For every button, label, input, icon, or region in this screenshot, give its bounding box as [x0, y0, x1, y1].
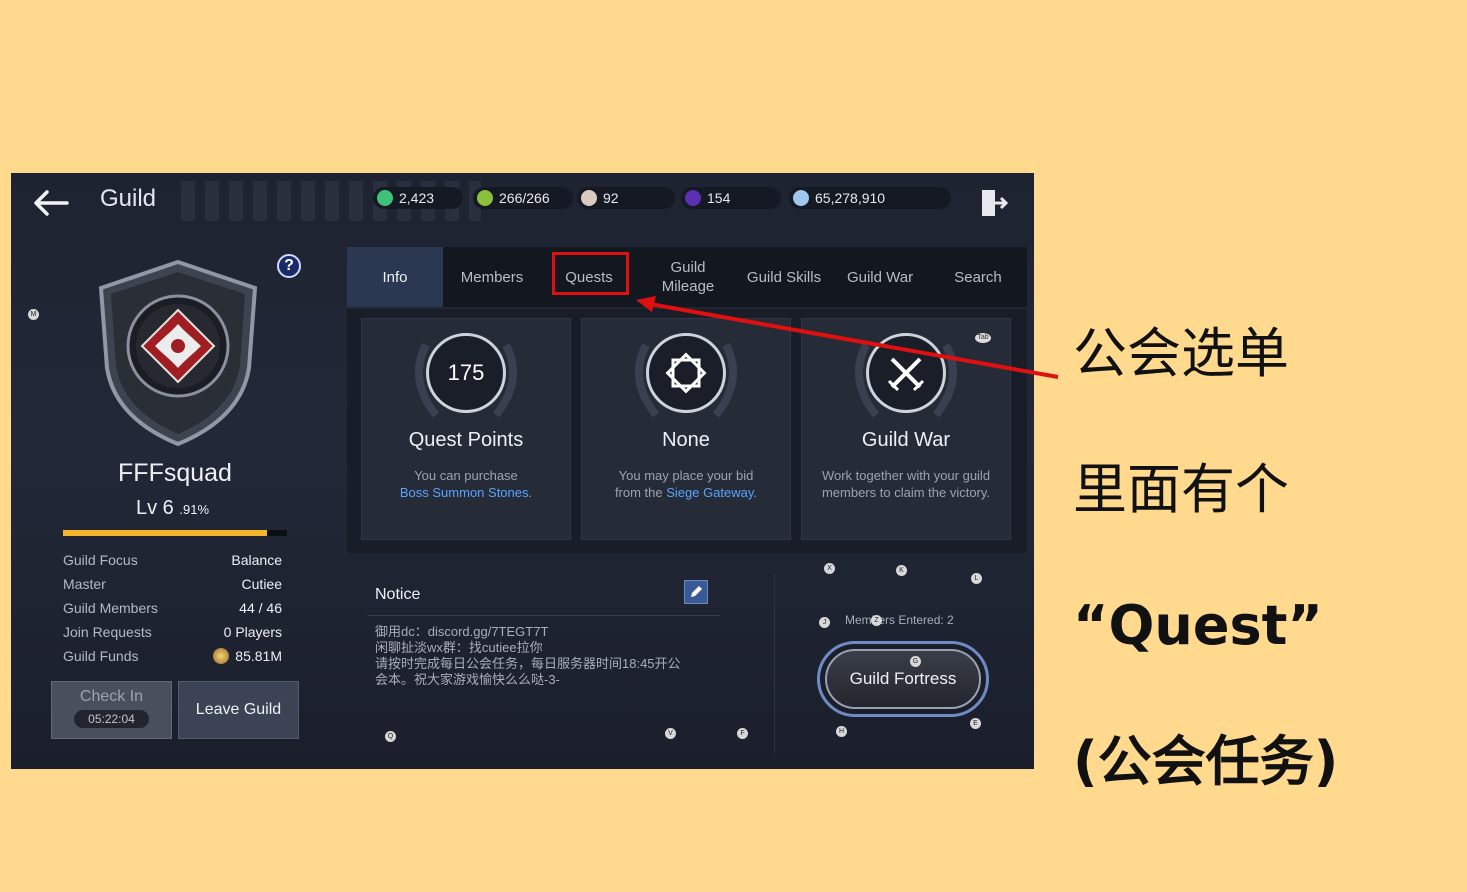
guild-name: FFFsquad: [118, 459, 232, 487]
tab-guild-mileage[interactable]: Guild Mileage: [643, 247, 733, 307]
resource-stamina: 266/266: [473, 187, 573, 209]
tab-members[interactable]: Members: [447, 247, 537, 307]
hotkey-j-badge: J: [819, 617, 830, 628]
notice-divider: [367, 615, 720, 616]
section-divider: [774, 573, 775, 753]
guild-war-desc: Work together with your guild members to…: [821, 468, 991, 500]
hotkey-l-badge: L: [971, 573, 982, 584]
members-entered-text: Members Entered: 2: [845, 613, 954, 627]
resource-pearl: 92: [577, 187, 675, 209]
siege-star-icon: [665, 352, 707, 394]
hotkey-k-badge: K: [896, 565, 907, 576]
hotkey-tab-badge: Tab: [975, 333, 991, 343]
hotkey-q-badge: Q: [385, 731, 396, 742]
edit-notice-icon[interactable]: [684, 580, 708, 604]
tab-search[interactable]: Search: [933, 247, 1023, 307]
stat-master: Master Cutiee: [63, 576, 282, 592]
stat-guild-funds: Guild Funds 85.81M: [63, 648, 282, 664]
guild-xp-fill: [63, 530, 267, 536]
stat-guild-focus: Guild Focus Balance: [63, 552, 282, 568]
hotkey-x-badge: X: [824, 563, 835, 574]
check-in-timer: 05:22:04: [74, 710, 149, 728]
game-window: Guild 2,423 266/266 92 154 65,278,910 ? …: [11, 173, 1034, 769]
gold-coin-icon: [213, 648, 230, 664]
tab-guild-skills[interactable]: Guild Skills: [739, 247, 829, 307]
annotation-text: 公会选单 里面有个 “Quest” (公会任务): [1073, 322, 1339, 793]
hotkey-m-badge: M: [28, 309, 39, 320]
siege-title: None: [662, 429, 710, 451]
tab-guild-war[interactable]: Guild War: [835, 247, 925, 307]
resource-silver: 65,278,910: [789, 187, 951, 209]
guild-xp-bar: [63, 530, 287, 536]
silver-coin-icon: [793, 190, 809, 206]
tab-info[interactable]: Info: [347, 247, 443, 307]
back-arrow-icon[interactable]: [31, 187, 71, 219]
quests-tab-highlight: [552, 252, 629, 295]
hotkey-z-badge: Z: [871, 615, 882, 626]
crossed-swords-icon: [887, 357, 925, 392]
guild-war-medal: [866, 333, 946, 413]
stat-join-requests[interactable]: Join Requests 0 Players: [63, 624, 282, 640]
notice-title: Notice: [375, 586, 421, 603]
guild-war-card[interactable]: Guild War Work together with your guild …: [801, 318, 1011, 540]
siege-desc: You may place your bid from the Siege Ga…: [614, 468, 758, 500]
quest-points-card[interactable]: 175 Quest Points You can purchase Boss S…: [361, 318, 571, 540]
page-title: Guild: [100, 185, 157, 212]
hotkey-g-badge: G: [910, 656, 921, 667]
stat-guild-members: Guild Members 44 / 46: [63, 600, 282, 616]
hotkey-v-badge: V: [665, 728, 676, 739]
guild-fortress-button[interactable]: Guild Fortress: [817, 641, 989, 717]
guild-emblem: [98, 259, 258, 447]
guild-level-percent: .91%: [179, 502, 210, 517]
guild-war-title: Guild War: [861, 429, 951, 451]
pearl-icon: [581, 190, 597, 206]
siege-medal: [646, 333, 726, 413]
resource-purple-gem: 154: [681, 187, 781, 209]
exit-icon[interactable]: [978, 187, 1010, 219]
check-in-button[interactable]: Check In 05:22:04: [51, 681, 172, 739]
resource-mileage: 2,423: [373, 187, 463, 209]
mileage-coin-icon: [377, 190, 393, 206]
help-icon[interactable]: ?: [277, 254, 301, 278]
quest-points-title: Quest Points: [408, 429, 524, 451]
purple-gem-icon: [685, 190, 701, 206]
guild-level: Lv 6 .91%: [136, 497, 210, 519]
siege-gateway-link[interactable]: Siege Gateway: [666, 485, 753, 500]
notice-body: 御用dc：discord.gg/7TEGT7T 闲聊扯淡wx群：找cutiee拉…: [375, 624, 681, 687]
stamina-icon: [477, 190, 493, 206]
boss-summon-stones-link[interactable]: Boss Summon Stones: [400, 485, 529, 500]
leave-guild-button[interactable]: Leave Guild: [178, 681, 299, 739]
info-panel: 175 Quest Points You can purchase Boss S…: [347, 309, 1027, 553]
quest-points-desc: You can purchase Boss Summon Stones.: [399, 468, 533, 500]
hotkey-e-badge: E: [970, 718, 981, 729]
siege-card[interactable]: None You may place your bid from the Sie…: [581, 318, 791, 540]
hotkey-f-badge: F: [737, 728, 748, 739]
hotkey-h-badge: H: [836, 726, 847, 737]
guild-tab-bar: Info Members Quests Guild Mileage Guild …: [347, 247, 1027, 307]
quest-points-value: 175: [426, 333, 506, 413]
